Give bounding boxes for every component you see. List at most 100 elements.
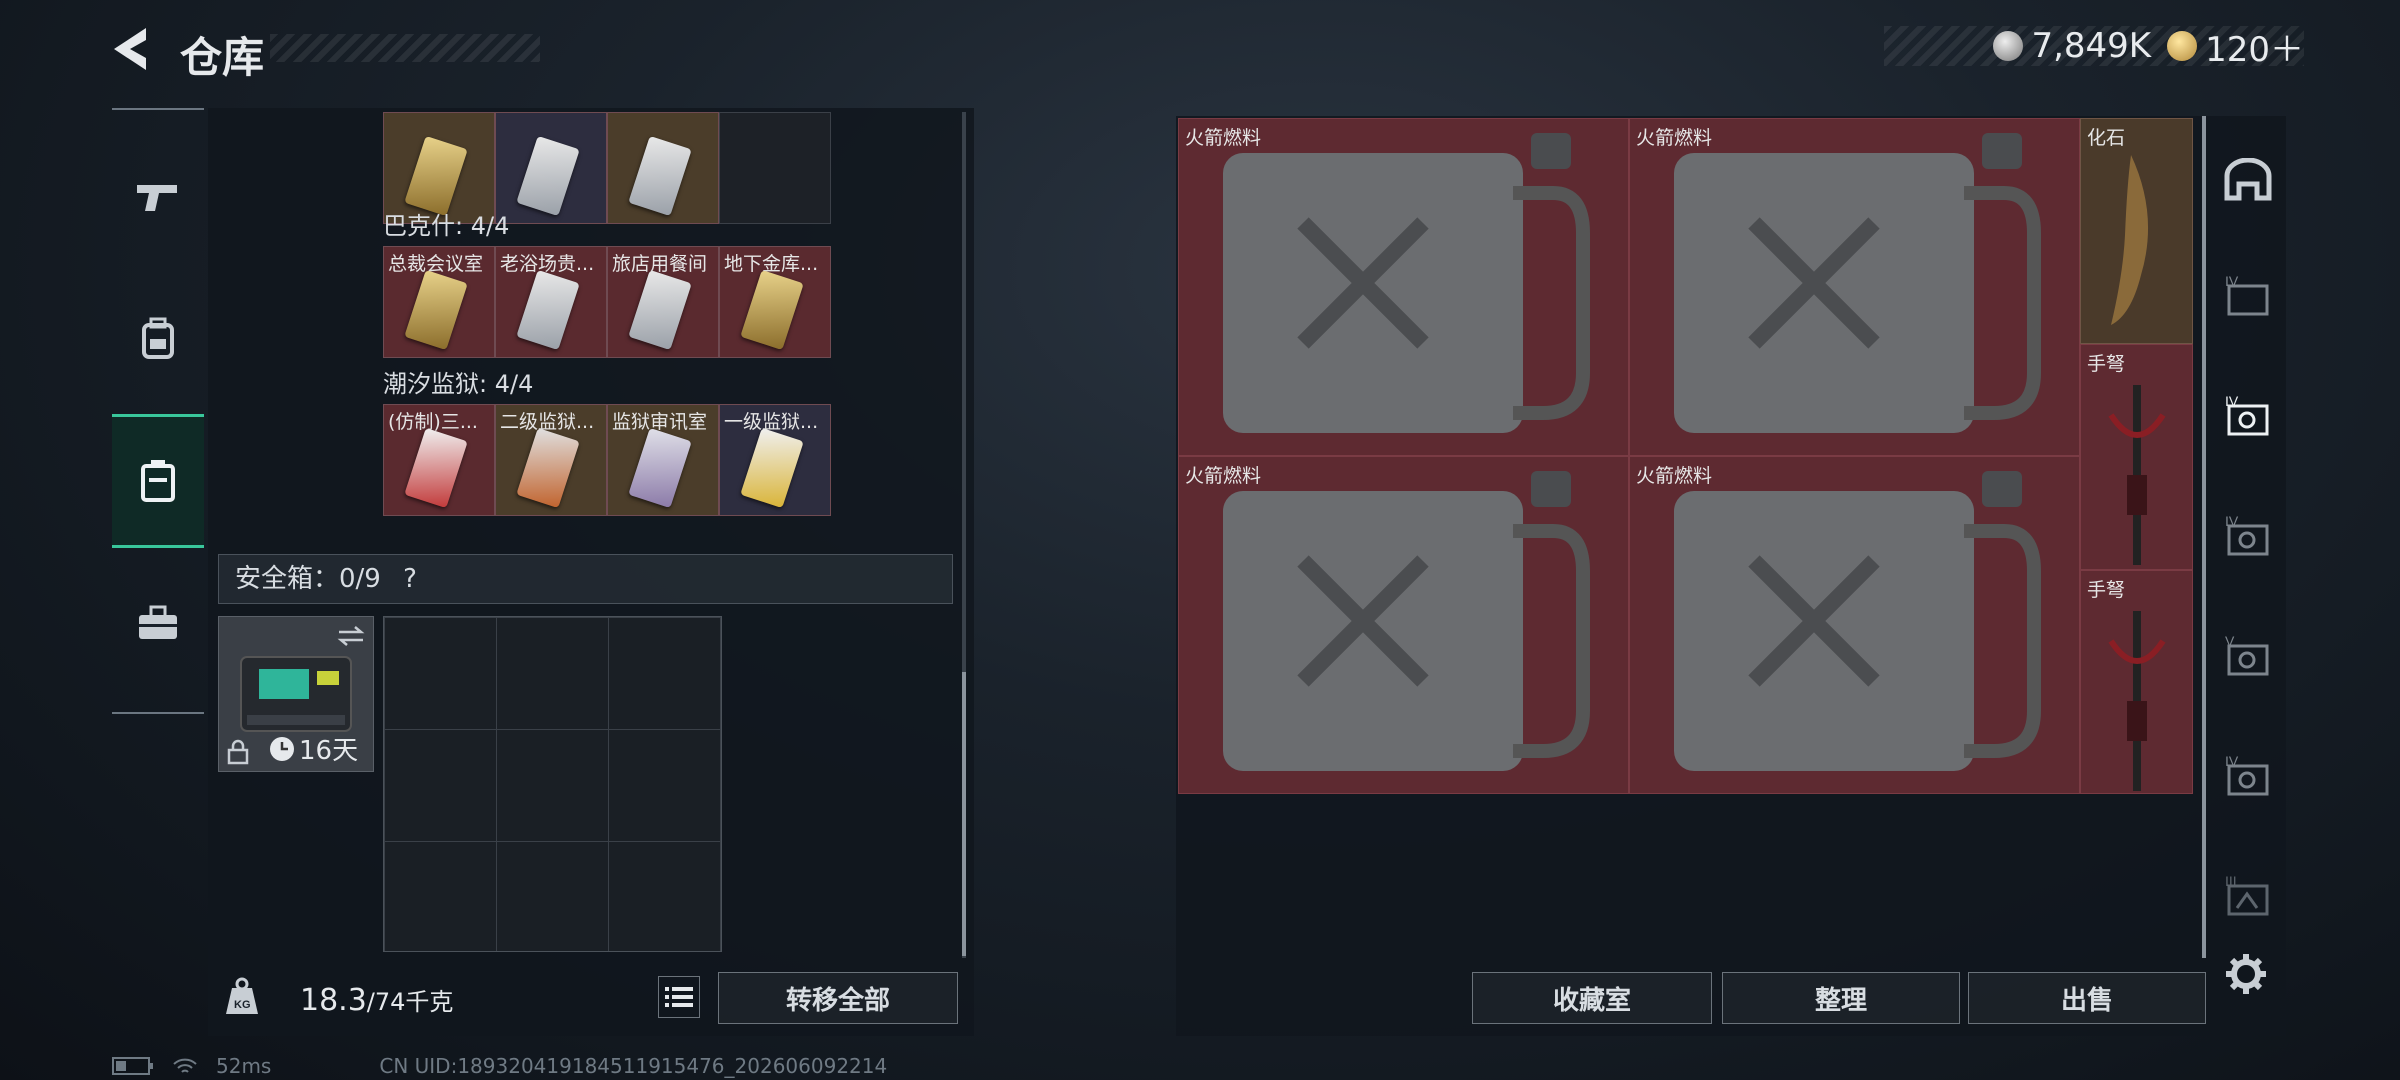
svg-text:IV: IV: [2225, 394, 2239, 409]
tab-stash-4[interactable]: V: [2218, 626, 2278, 686]
keycard-slot-empty[interactable]: [719, 112, 831, 224]
svg-text:IV: IV: [2225, 754, 2239, 769]
tab-stash-home[interactable]: [2218, 150, 2278, 210]
keycard-slot[interactable]: 地下金库...: [719, 246, 831, 358]
keycard-slot[interactable]: 总裁会议室: [383, 246, 495, 358]
clock-icon: [270, 736, 294, 761]
left-category-tabs: [112, 108, 204, 714]
sort-button[interactable]: 整理: [1722, 972, 1960, 1024]
stash-page-tabs: IV IV IV V IV III: [2208, 116, 2286, 1036]
storage-page-icon: III: [2225, 874, 2269, 916]
pistol-icon: [137, 185, 177, 211]
item-label: 化石: [2087, 127, 2126, 149]
item-label: 手弩: [2087, 353, 2126, 375]
stash-item-crossbow[interactable]: 手弩: [2080, 570, 2193, 794]
keycard-slot[interactable]: 二级监狱...: [495, 404, 607, 516]
keycard-icon: [740, 427, 804, 509]
tab-stash-3[interactable]: IV: [2218, 506, 2278, 566]
fossil-claw-icon: [2111, 155, 2149, 325]
lock-icon: [227, 739, 249, 765]
battery-icon: [112, 1057, 153, 1075]
silver-coin-icon: [1993, 31, 2024, 61]
storage-page-icon: IV: [2225, 394, 2269, 436]
keycard-slot[interactable]: 监狱审讯室: [607, 404, 719, 516]
page-title: 仓库: [180, 33, 265, 82]
list-icon: [665, 987, 693, 1007]
transfer-all-button[interactable]: 转移全部: [718, 972, 958, 1024]
back-arrow-icon: [114, 28, 146, 70]
tab-stash-2[interactable]: IV: [2218, 386, 2278, 446]
keycard-label: 监狱审讯室: [612, 411, 708, 433]
status-bar: 52ms CN UID:18932041918451191​5476_20260…: [112, 1054, 887, 1078]
safe-box-grid[interactable]: [383, 616, 722, 952]
sell-button[interactable]: 出售: [1968, 972, 2206, 1024]
stash-item-rocket-fuel[interactable]: 火箭燃料: [1178, 118, 1629, 456]
jerry-can-icon: [1674, 471, 2041, 771]
swap-icon[interactable]: [337, 625, 365, 647]
stash-scrollbar[interactable]: [2202, 116, 2206, 958]
svg-text:IV: IV: [2225, 514, 2239, 529]
toolbox-icon: [139, 605, 177, 639]
storage-page-icon: IV: [2225, 274, 2269, 316]
collection-room-button[interactable]: 收藏室: [1472, 972, 1712, 1024]
keycard-label: 总裁会议室: [388, 253, 484, 275]
back-button[interactable]: [110, 24, 154, 74]
tab-backpack[interactable]: [112, 272, 204, 406]
keycard-slot[interactable]: (仿制)三...: [383, 404, 495, 516]
gold-coin-icon: [2167, 31, 2198, 61]
keycard-icon: [628, 135, 692, 217]
stash-item-fossil[interactable]: 化石: [2080, 118, 2193, 344]
help-icon[interactable]: ?: [403, 564, 417, 594]
svg-text:IV: IV: [2225, 274, 2239, 289]
tab-stash-6[interactable]: III: [2218, 866, 2278, 926]
left-scrollbar-thumb[interactable]: [962, 672, 966, 956]
crossbow-icon: [2108, 611, 2166, 791]
tab-divider: [112, 712, 204, 714]
keycard-slot[interactable]: 老浴场贵...: [495, 246, 607, 358]
keycard-row-group1: 总裁会议室 老浴场贵... 旅店用餐间 地下金库...: [383, 246, 831, 358]
backpack-icon: [142, 317, 174, 359]
silver-currency: 7,849K: [1993, 26, 2151, 66]
uid-text: CN UID:18932041918451191​5476_2026060922…: [379, 1054, 888, 1078]
svg-text:III: III: [2225, 874, 2237, 889]
keycard-label: 旅店用餐间: [612, 253, 708, 275]
settings-button[interactable]: [2224, 952, 2272, 1000]
list-view-button[interactable]: [658, 976, 700, 1018]
keycard-slot[interactable]: 一级监狱...: [719, 404, 831, 516]
tab-divider: [112, 108, 204, 110]
gold-currency[interactable]: 120＋: [2167, 22, 2304, 71]
weight-capacity: /74千克: [366, 988, 454, 1016]
stash-item-rocket-fuel[interactable]: 火箭燃料: [1629, 118, 2080, 456]
tab-toolbox[interactable]: [112, 556, 204, 690]
stash-grid: 火箭燃料 火箭燃料 化石 手弩 火箭燃料 火箭燃料 手弩: [1178, 118, 2193, 794]
tab-container[interactable]: [112, 414, 204, 548]
keycard-group-title: 巴克什: 4/4: [383, 212, 510, 240]
tab-stash-1[interactable]: IV: [2218, 266, 2278, 326]
weight-icon: KG: [226, 977, 258, 1014]
stash-item-rocket-fuel[interactable]: 火箭燃料: [1178, 456, 1629, 794]
svg-text:V: V: [2225, 634, 2235, 649]
stash-item-rocket-fuel[interactable]: 火箭燃料: [1629, 456, 2080, 794]
stash-item-crossbow[interactable]: 手弩: [2080, 344, 2193, 570]
currency-bar: 7,849K 120＋: [1884, 26, 2304, 70]
tab-stash-5[interactable]: IV: [2218, 746, 2278, 806]
ping-text: 52ms: [216, 1054, 272, 1078]
keycard-slot[interactable]: 旅店用餐间: [607, 246, 719, 358]
svg-text:KG: KG: [234, 999, 251, 1011]
item-label: 手弩: [2087, 579, 2126, 601]
storage-page-icon: IV: [2225, 514, 2269, 556]
gold-amount: 120＋: [2205, 29, 2304, 70]
keycard-slot[interactable]: [607, 112, 719, 224]
keycard-icon: [628, 269, 692, 351]
keycard-icon: [740, 269, 804, 351]
keycard-icon: [404, 135, 468, 217]
keycard-icon: [516, 135, 580, 217]
gear-icon: [2226, 954, 2266, 994]
keycard-icon: [516, 269, 580, 351]
crossbow-icon: [2108, 385, 2166, 565]
tab-weapons[interactable]: [112, 130, 204, 264]
keycard-icon: [628, 427, 692, 509]
safe-box-item[interactable]: 16天: [218, 616, 374, 772]
keycard-row-group2: (仿制)三... 二级监狱... 监狱审讯室 一级监狱...: [383, 404, 831, 516]
keycard-slot[interactable]: [495, 112, 607, 224]
